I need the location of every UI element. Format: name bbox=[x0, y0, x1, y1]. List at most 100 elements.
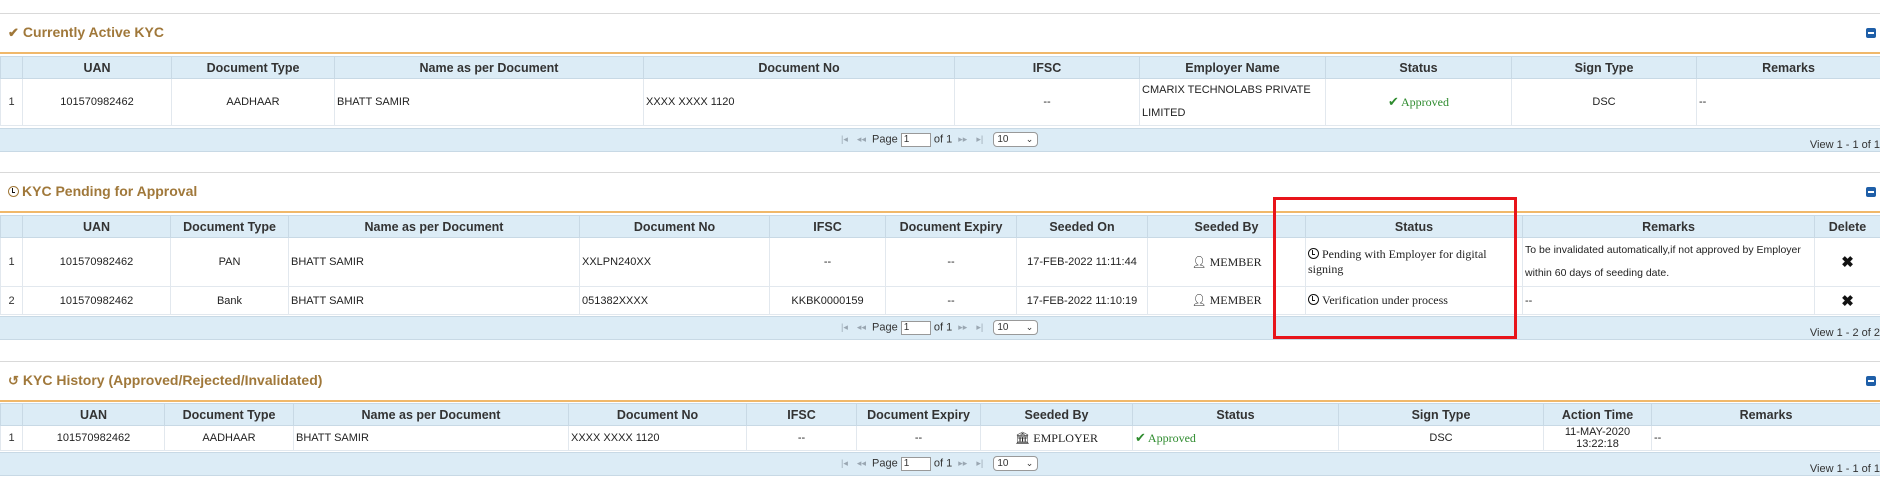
active-kyc-title: ✔ Currently Active KYC bbox=[8, 24, 164, 40]
column-header[interactable]: Status bbox=[1132, 403, 1339, 426]
rownum-header bbox=[0, 215, 23, 238]
uan-cell: 101570982462 bbox=[22, 425, 165, 451]
page-total: of 1 bbox=[933, 133, 953, 146]
column-header[interactable]: Sign Type bbox=[1338, 403, 1544, 426]
column-header[interactable]: Employer Name bbox=[1139, 56, 1326, 79]
column-header[interactable]: Document No bbox=[643, 56, 955, 79]
row-number: 1 bbox=[0, 425, 23, 451]
column-header[interactable]: IFSC bbox=[954, 56, 1140, 79]
name-cell: BHATT SAMIR bbox=[334, 78, 644, 126]
column-header[interactable]: UAN bbox=[22, 56, 172, 79]
column-header[interactable]: Action Time bbox=[1543, 403, 1652, 426]
prev-page-icon[interactable]: ◂◂ bbox=[857, 458, 866, 468]
column-header[interactable]: Remarks bbox=[1696, 56, 1880, 79]
expiry-cell: -- bbox=[885, 286, 1017, 315]
collapse-icon[interactable] bbox=[1866, 187, 1876, 197]
page-number-input[interactable]: 1 bbox=[900, 456, 931, 471]
rows-per-page-select[interactable]: 10 ⌄ bbox=[993, 132, 1039, 147]
sign-type-cell: DSC bbox=[1511, 78, 1697, 126]
history-kyc-panel-header: ↺ KYC History (Approved/Rejected/Invalida… bbox=[0, 361, 1880, 402]
column-header[interactable]: Sign Type bbox=[1511, 56, 1697, 79]
last-page-icon[interactable]: ▸| bbox=[976, 458, 983, 468]
checkmark-icon: ✔ bbox=[1135, 430, 1146, 445]
column-header[interactable]: Delete bbox=[1814, 215, 1880, 238]
page-number-input[interactable]: 1 bbox=[900, 320, 931, 335]
column-header[interactable]: Name as per Document bbox=[293, 403, 569, 426]
last-page-icon[interactable]: ▸| bbox=[976, 322, 983, 332]
prev-page-icon[interactable]: ◂◂ bbox=[857, 322, 866, 332]
name-cell: BHATT SAMIR bbox=[288, 286, 580, 315]
table-row[interactable]: 1 101570982462 AADHAAR BHATT SAMIR XXXX … bbox=[0, 425, 1880, 451]
uan-cell: 101570982462 bbox=[22, 286, 171, 315]
column-header[interactable]: Document No bbox=[568, 403, 747, 426]
view-records-text: View 1 - 2 of 2 bbox=[1809, 327, 1880, 339]
doc-type-cell: Bank bbox=[170, 286, 289, 315]
row-number: 2 bbox=[0, 286, 23, 315]
page-label: Page bbox=[872, 133, 898, 146]
column-header[interactable]: Document No bbox=[579, 215, 770, 238]
column-header[interactable]: UAN bbox=[22, 403, 165, 426]
view-records-text: View 1 - 1 of 1 bbox=[1809, 139, 1880, 151]
column-header[interactable]: Document Type bbox=[164, 403, 294, 426]
column-header[interactable]: Remarks bbox=[1522, 215, 1815, 238]
doc-type-cell: AADHAAR bbox=[171, 78, 335, 126]
column-header[interactable]: Document Type bbox=[170, 215, 289, 238]
column-header[interactable]: IFSC bbox=[746, 403, 857, 426]
first-page-icon[interactable]: |◂ bbox=[841, 458, 848, 468]
column-header[interactable]: Status bbox=[1325, 56, 1512, 79]
prev-page-icon[interactable]: ◂◂ bbox=[857, 134, 866, 144]
page-total: of 1 bbox=[933, 321, 953, 334]
bank-building-icon: 🏛︎ bbox=[1015, 430, 1031, 445]
delete-icon[interactable]: ✖ bbox=[1841, 254, 1854, 271]
table-row[interactable]: 1 101570982462 PAN BHATT SAMIR XXLPN240X… bbox=[0, 237, 1880, 287]
collapse-icon[interactable] bbox=[1866, 376, 1876, 386]
seeded-on-cell: 17-FEB-2022 11:10:19 bbox=[1016, 286, 1148, 315]
first-page-icon[interactable]: |◂ bbox=[841, 134, 848, 144]
table-row[interactable]: 1 101570982462 AADHAAR BHATT SAMIR XXXX … bbox=[0, 78, 1880, 126]
table-row[interactable]: 2 101570982462 Bank BHATT SAMIR 051382XX… bbox=[0, 286, 1880, 315]
first-page-icon[interactable]: |◂ bbox=[841, 322, 848, 332]
pager-controls: |◂ ◂◂ Page 1 of 1 ▸▸ ▸| 10 ⌄ bbox=[838, 456, 1039, 471]
page-label: Page bbox=[872, 457, 898, 470]
status-text: Approved bbox=[1147, 431, 1196, 445]
column-header[interactable]: IFSC bbox=[769, 215, 886, 238]
delete-cell: ✖ bbox=[1814, 286, 1880, 315]
table-header-row: UAN Document Type Name as per Document D… bbox=[0, 403, 1880, 426]
employer-cell: CMARIX TECHNOLABS PRIVATE LIMITED bbox=[1139, 78, 1326, 126]
column-header[interactable]: Document Type bbox=[171, 56, 335, 79]
page-total: of 1 bbox=[933, 457, 953, 470]
next-page-icon[interactable]: ▸▸ bbox=[958, 322, 967, 332]
column-header[interactable]: Name as per Document bbox=[334, 56, 644, 79]
page-number-input[interactable]: 1 bbox=[900, 132, 931, 147]
checkmark-icon: ✔ bbox=[8, 25, 19, 40]
column-header[interactable]: Remarks bbox=[1651, 403, 1880, 426]
page-label: Page bbox=[872, 321, 898, 334]
active-kyc-pager: |◂ ◂◂ Page 1 of 1 ▸▸ ▸| 10 ⌄ View 1 - 1 o… bbox=[0, 128, 1880, 152]
doc-no-cell: XXXX XXXX 1120 bbox=[568, 425, 747, 451]
ifsc-cell: -- bbox=[954, 78, 1140, 126]
rows-per-page-select[interactable]: 10 ⌄ bbox=[993, 456, 1039, 471]
next-page-icon[interactable]: ▸▸ bbox=[958, 134, 967, 144]
ifsc-cell: -- bbox=[769, 237, 886, 287]
column-header[interactable]: UAN bbox=[22, 215, 171, 238]
sign-type-cell: DSC bbox=[1338, 425, 1544, 451]
pending-kyc-pager: |◂ ◂◂ Page 1 of 1 ▸▸ ▸| 10 ⌄ View 1 - 2 o… bbox=[0, 316, 1880, 340]
doc-no-cell: 051382XXXX bbox=[579, 286, 770, 315]
expiry-cell: -- bbox=[885, 237, 1017, 287]
column-header[interactable]: Document Expiry bbox=[885, 215, 1017, 238]
column-header[interactable]: Name as per Document bbox=[288, 215, 580, 238]
rows-per-page-select[interactable]: 10 ⌄ bbox=[993, 320, 1039, 335]
pending-kyc-title: KYC Pending for Approval bbox=[8, 183, 197, 199]
column-header[interactable]: Seeded By bbox=[980, 403, 1133, 426]
view-records-text: View 1 - 1 of 1 bbox=[1809, 463, 1880, 475]
collapse-icon[interactable] bbox=[1866, 28, 1876, 38]
remarks-cell: -- bbox=[1651, 425, 1880, 451]
delete-icon[interactable]: ✖ bbox=[1841, 293, 1854, 310]
column-header[interactable]: Seeded On bbox=[1016, 215, 1148, 238]
last-page-icon[interactable]: ▸| bbox=[976, 134, 983, 144]
ifsc-cell: -- bbox=[746, 425, 857, 451]
chevron-down-icon: ⌄ bbox=[1025, 458, 1034, 468]
table-header-row: UAN Document Type Name as per Document D… bbox=[0, 215, 1880, 238]
column-header[interactable]: Document Expiry bbox=[856, 403, 981, 426]
next-page-icon[interactable]: ▸▸ bbox=[958, 458, 967, 468]
